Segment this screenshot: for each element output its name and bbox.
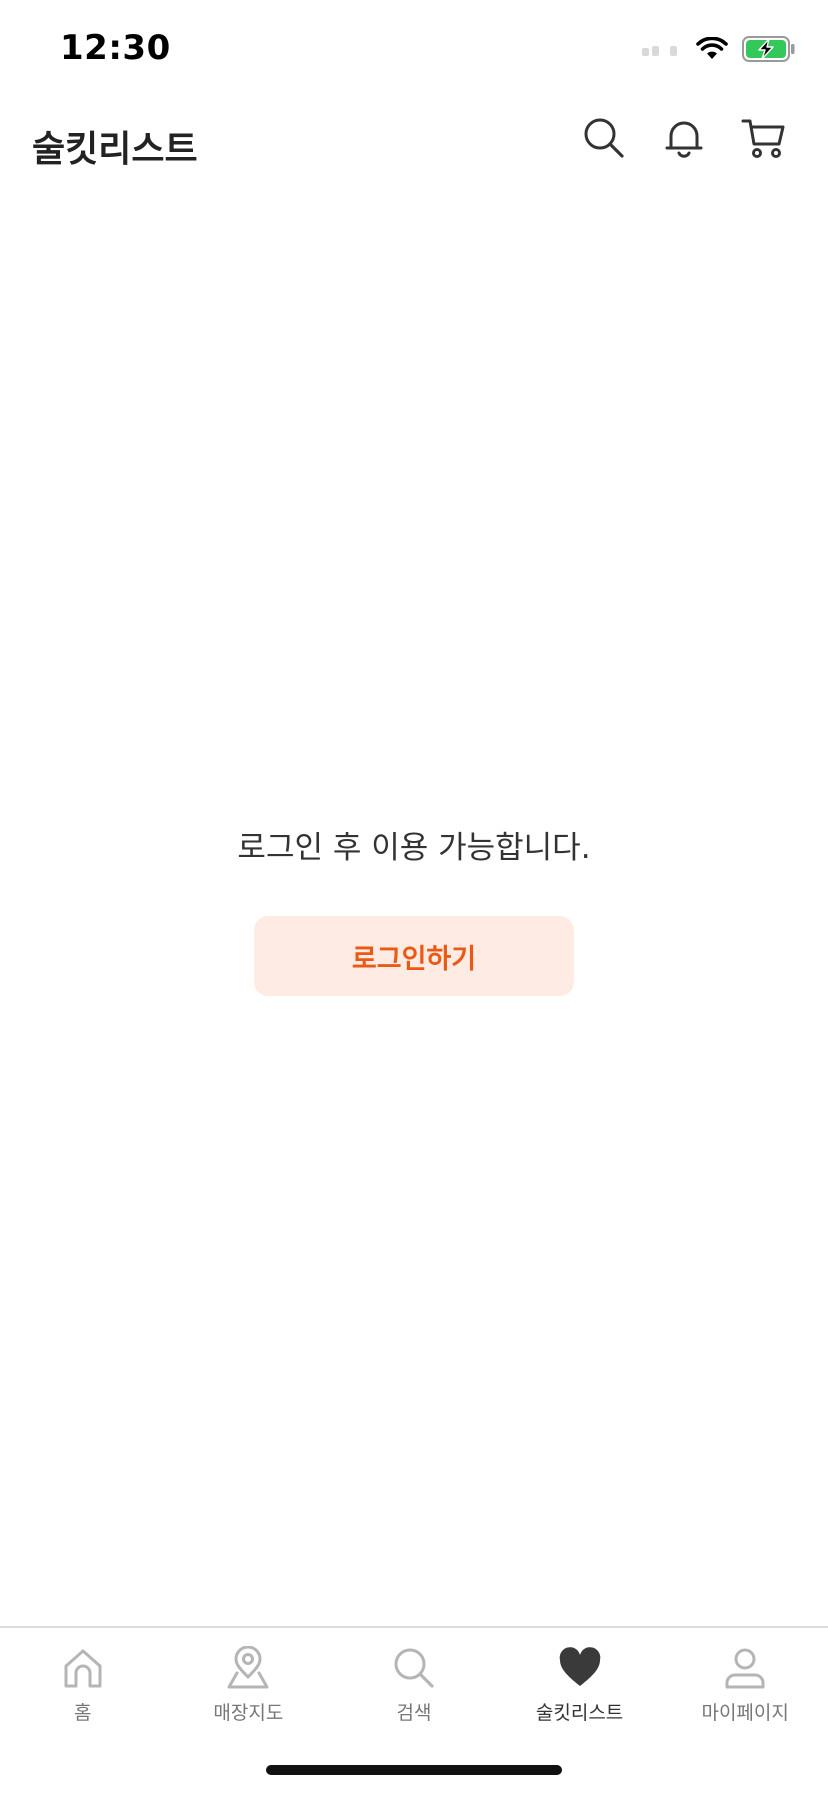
cart-button[interactable] (740, 114, 788, 162)
login-required-message: 로그인 후 이용 가능합니다. (237, 830, 591, 866)
wifi-icon (696, 37, 728, 61)
tab-search[interactable]: 검색 (331, 1628, 497, 1738)
login-required-state: 로그인 후 이용 가능합니다. 로그인하기 (0, 820, 828, 996)
app-header: 술킷리스트 (0, 100, 828, 200)
cart-icon (741, 116, 787, 160)
search-icon (582, 116, 626, 160)
status-bar: 12:30 (0, 0, 828, 100)
login-button[interactable]: 로그인하기 (254, 916, 574, 996)
notifications-button[interactable] (660, 114, 708, 162)
tab-home[interactable]: 홈 (0, 1628, 166, 1738)
tab-label: 매장지도 (213, 1702, 284, 1724)
home-icon (59, 1644, 107, 1692)
page-title: 술킷리스트 (32, 129, 198, 170)
search-icon (390, 1644, 438, 1692)
user-icon (721, 1644, 769, 1692)
heart-icon (556, 1644, 604, 1692)
header-actions (580, 114, 788, 162)
tab-my-page[interactable]: 마이페이지 (662, 1628, 828, 1738)
cellular-signal-icon (642, 42, 682, 56)
tab-store-map[interactable]: 매장지도 (166, 1628, 332, 1738)
tab-sulkit-list[interactable]: 술킷리스트 (497, 1628, 663, 1738)
status-icons (642, 34, 796, 64)
map-pin-icon (224, 1644, 272, 1692)
tab-label: 검색 (396, 1702, 432, 1724)
home-indicator (266, 1765, 562, 1775)
tab-label: 홈 (74, 1702, 92, 1724)
tab-label: 마이페이지 (701, 1702, 789, 1724)
status-time: 12:30 (60, 28, 171, 68)
battery-charging-icon (742, 36, 796, 62)
tab-label: 술킷리스트 (535, 1702, 624, 1724)
bell-icon (662, 116, 706, 160)
search-button[interactable] (580, 114, 628, 162)
